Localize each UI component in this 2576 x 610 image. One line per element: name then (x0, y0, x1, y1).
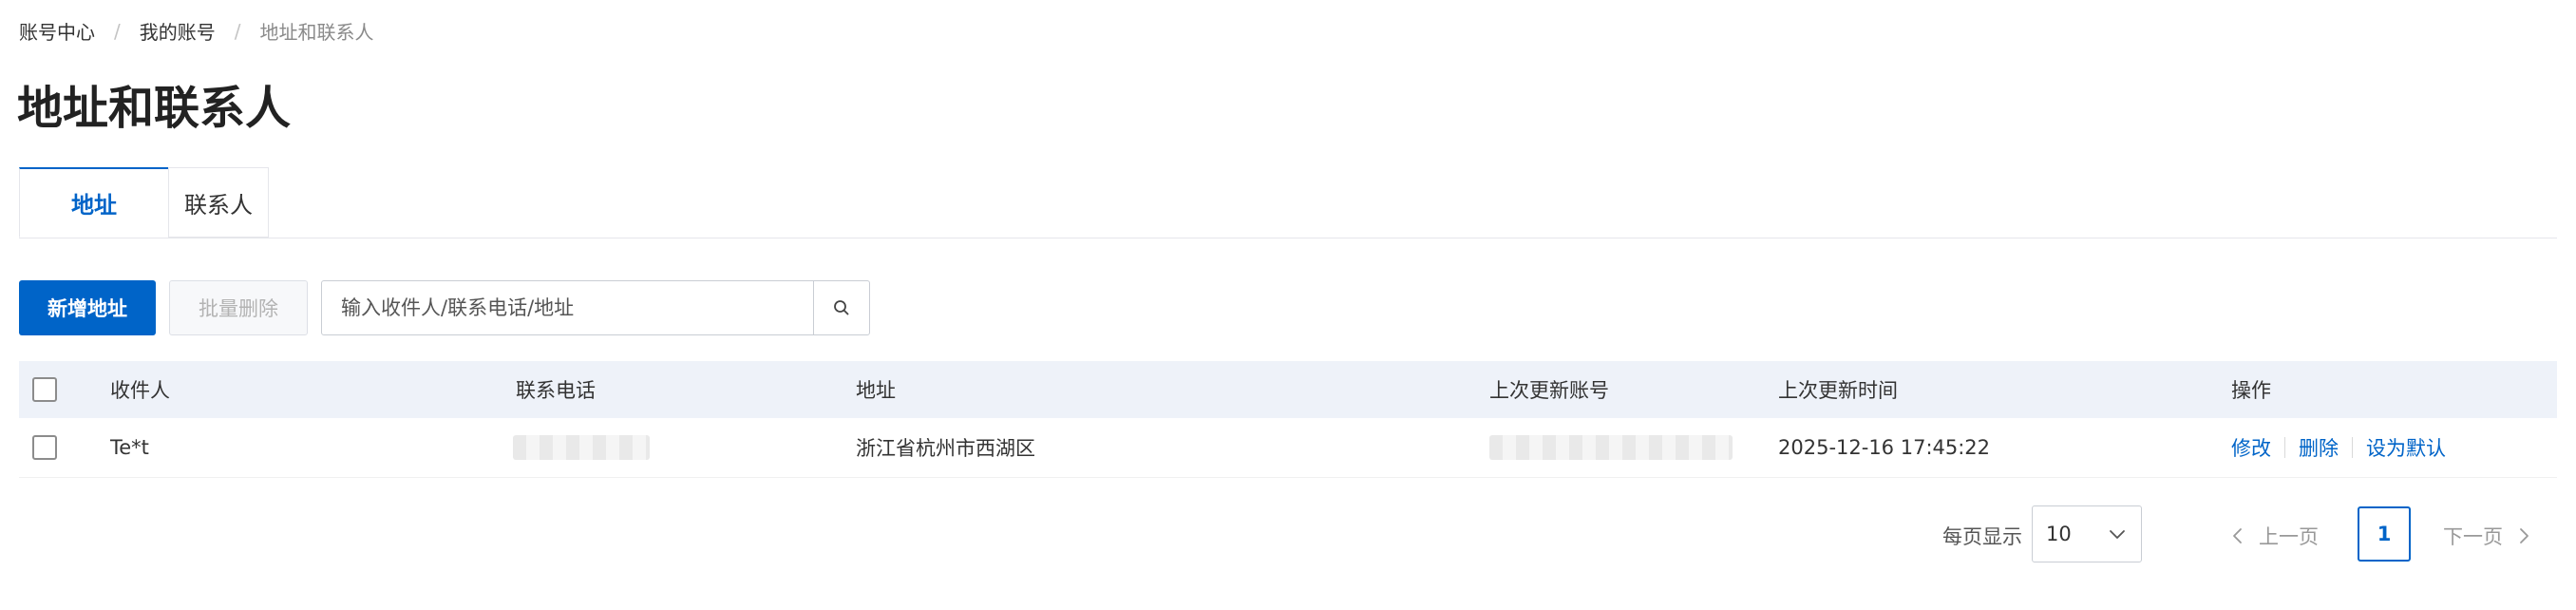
row-select-cell (32, 418, 57, 477)
edit-link[interactable]: 修改 (2231, 433, 2271, 462)
row-checkbox[interactable] (32, 435, 57, 460)
action-divider (2284, 437, 2285, 458)
breadcrumb-item-my-account[interactable]: 我的账号 (140, 17, 216, 45)
batch-delete-button[interactable]: 批量删除 (169, 280, 308, 335)
search-icon (834, 300, 849, 315)
column-header-updated-at: 上次更新时间 (1778, 379, 1898, 402)
page-size-select[interactable]: 10 (2032, 505, 2142, 562)
next-page-button[interactable]: 下一页 (2443, 522, 2533, 550)
breadcrumb: 账号中心 / 我的账号 / 地址和联系人 (19, 17, 374, 45)
tab-address[interactable]: 地址 (19, 167, 169, 238)
redacted-account (1489, 435, 1733, 460)
table-header: 收件人 联系电话 地址 上次更新账号 上次更新时间 操作 (19, 361, 2557, 418)
search-input[interactable] (322, 281, 813, 334)
page-title: 地址和联系人 (17, 82, 292, 135)
cell-updated-at: 2025-12-16 17:45:22 (1778, 436, 1991, 459)
page-size-label: 每页显示 (1942, 525, 2022, 548)
set-default-link[interactable]: 设为默认 (2366, 433, 2446, 462)
cell-actions: 修改 删除 设为默认 (2231, 418, 2446, 477)
prev-page-button[interactable]: 上一页 (2228, 522, 2319, 550)
breadcrumb-separator: / (234, 19, 241, 43)
tab-bar: 地址 联系人 (19, 167, 2557, 238)
next-page-label: 下一页 (2443, 525, 2503, 548)
column-header-address: 地址 (856, 379, 896, 402)
tab-contacts[interactable]: 联系人 (168, 167, 269, 238)
breadcrumb-item-account-center[interactable]: 账号中心 (19, 17, 95, 45)
add-address-button[interactable]: 新增地址 (19, 280, 156, 335)
breadcrumb-item-current: 地址和联系人 (259, 21, 374, 44)
column-header-updated-by: 上次更新账号 (1489, 379, 1609, 402)
cell-recipient: Te*t (110, 436, 149, 459)
chevron-down-icon (2110, 530, 2125, 539)
cell-address: 浙江省杭州市西湖区 (856, 437, 1035, 460)
column-header-phone: 联系电话 (516, 379, 596, 402)
delete-link[interactable]: 删除 (2299, 433, 2339, 462)
column-header-recipient: 收件人 (110, 379, 170, 402)
redacted-phone (513, 435, 650, 460)
prev-page-label: 上一页 (2259, 525, 2319, 548)
page-size-value: 10 (2046, 523, 2072, 545)
table-row: Te*t 浙江省杭州市西湖区 2025-12-16 17:45:22 修改 删除… (19, 418, 2557, 478)
column-header-actions: 操作 (2231, 379, 2271, 402)
address-table: 收件人 联系电话 地址 上次更新账号 上次更新时间 操作 Te*t 浙江省杭州市… (19, 361, 2557, 478)
chevron-right-icon (2520, 528, 2529, 543)
select-all-checkbox[interactable] (32, 377, 57, 402)
chevron-left-icon (2233, 528, 2242, 543)
select-all-cell (32, 361, 57, 418)
page-number-current[interactable]: 1 (2358, 506, 2411, 562)
cell-updated-by (1489, 418, 1733, 477)
breadcrumb-separator: / (114, 19, 121, 43)
search-box (321, 280, 870, 335)
cell-phone (513, 418, 650, 477)
search-button[interactable] (813, 281, 869, 334)
action-divider (2352, 437, 2353, 458)
